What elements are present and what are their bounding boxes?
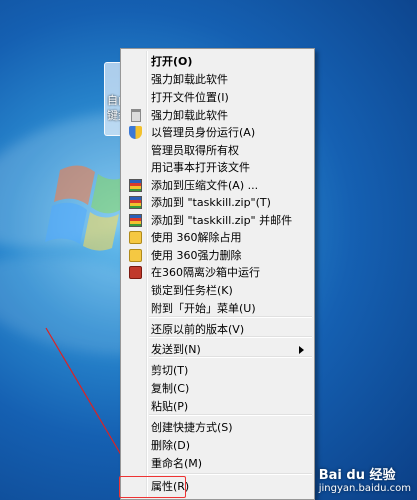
menu-separator — [149, 473, 312, 475]
menu-item[interactable]: 属性(R) — [119, 476, 312, 498]
menu-item[interactable]: 打开(O) — [123, 53, 312, 71]
menu-item[interactable]: 还原以前的版本(V) — [123, 321, 312, 339]
winrar-icon — [129, 214, 142, 227]
menu-item[interactable]: 使用 360解除占用 — [123, 229, 312, 247]
menu-item[interactable]: 附到「开始」菜单(U) — [123, 300, 312, 318]
menu-item[interactable]: 添加到 "taskkill.zip"(T) — [123, 194, 312, 212]
menu-item-label: 发送到(N) — [151, 343, 201, 356]
menu-item-label: 复制(C) — [151, 382, 190, 395]
menu-item-label: 创建快捷方式(S) — [151, 421, 233, 434]
menu-item-label: 在360隔离沙箱中运行 — [151, 266, 260, 279]
menu-item-label: 使用 360解除占用 — [151, 231, 242, 244]
menu-item-label: 强力卸载此软件 — [151, 109, 228, 122]
submenu-arrow-icon — [299, 346, 304, 354]
winrar-icon — [129, 196, 142, 209]
menu-item-label: 删除(D) — [151, 439, 191, 452]
menu-item[interactable]: 删除(D) — [123, 437, 312, 455]
menu-item-label: 打开(O) — [151, 55, 193, 68]
menu-item-label: 管理员取得所有权 — [151, 144, 239, 157]
360-sandbox-icon — [129, 266, 142, 279]
menu-item[interactable]: 在360隔离沙箱中运行 — [123, 264, 312, 282]
menu-item[interactable]: 复制(C) — [123, 380, 312, 398]
menu-item-label: 锁定到任务栏(K) — [151, 284, 233, 297]
menu-item[interactable]: 用记事本打开该文件 — [123, 159, 312, 177]
menu-item-label: 添加到压缩文件(A) ... — [151, 179, 259, 192]
menu-item-label: 重命名(M) — [151, 457, 203, 470]
menu-item[interactable]: 强力卸载此软件 — [123, 107, 312, 125]
context-menu: 打开(O) 强力卸载此软件 打开文件位置(I) 强力卸载此软件以管理员身份运行(A) 管… — [119, 48, 315, 500]
menu-item[interactable]: 粘贴(P) — [123, 398, 312, 416]
menu-item-label: 打开文件位置(I) — [151, 91, 229, 104]
recycle-bin-icon — [131, 109, 141, 122]
menu-item-label: 粘贴(P) — [151, 400, 189, 413]
menu-item[interactable]: 强力卸载此软件 — [123, 71, 312, 89]
watermark-sub: jingyan.baidu.com — [318, 483, 411, 494]
windows-logo-wallpaper — [45, 165, 126, 251]
menu-item-label: 强力卸载此软件 — [151, 73, 228, 86]
menu-item[interactable]: 管理员取得所有权 — [123, 142, 312, 160]
watermark: Bai du 经验 jingyan.baidu.com — [319, 464, 411, 494]
menu-item-label: 用记事本打开该文件 — [151, 161, 250, 174]
highlight-box — [119, 476, 186, 498]
menu-item-label: 添加到 "taskkill.zip" 并邮件 — [151, 214, 293, 227]
uac-shield-icon — [129, 126, 142, 139]
menu-item[interactable]: 创建快捷方式(S) — [123, 419, 312, 437]
menu-item-label: 附到「开始」菜单(U) — [151, 302, 256, 315]
watermark-main: Bai du 经验 — [318, 468, 396, 483]
menu-item[interactable]: 剪切(T) — [123, 362, 312, 380]
menu-item[interactable]: 发送到(N) — [123, 341, 312, 359]
menu-item[interactable]: 以管理员身份运行(A) — [123, 124, 312, 142]
menu-item[interactable]: 添加到压缩文件(A) ... — [123, 177, 312, 195]
menu-item[interactable]: 使用 360强力删除 — [123, 247, 312, 265]
360-delete-icon — [129, 249, 142, 262]
menu-item-label: 还原以前的版本(V) — [151, 323, 245, 336]
menu-item-label: 以管理员身份运行(A) — [151, 126, 256, 139]
360-unlock-icon — [129, 231, 142, 244]
menu-item-label: 使用 360强力删除 — [151, 249, 242, 262]
menu-item[interactable]: 添加到 "taskkill.zip" 并邮件 — [123, 212, 312, 230]
menu-item-label: 剪切(T) — [151, 364, 189, 377]
menu-item[interactable]: 锁定到任务栏(K) — [123, 282, 312, 300]
menu-item[interactable]: 重命名(M) — [123, 455, 312, 473]
menu-item-label: 添加到 "taskkill.zip"(T) — [151, 196, 271, 209]
menu-item[interactable]: 打开文件位置(I) — [123, 89, 312, 107]
winrar-icon — [129, 179, 142, 192]
